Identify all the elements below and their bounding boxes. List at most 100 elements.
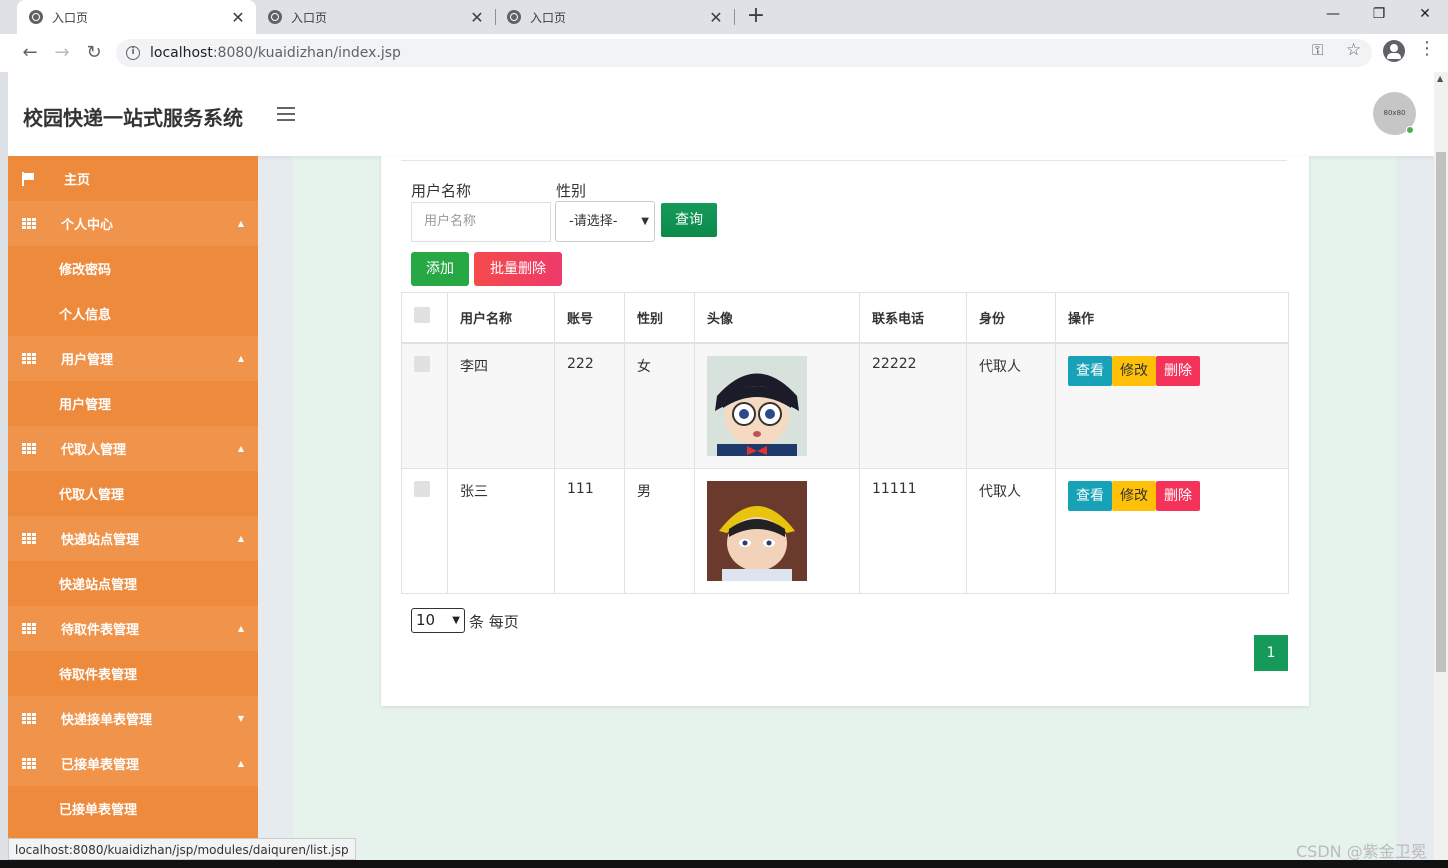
- list-card: 用户名称 性别 用户名称 -请选择- ▼ 查询 添加 批量删除 用户名称 账号 性…: [381, 156, 1309, 706]
- column-header: 头像: [694, 292, 860, 344]
- sidebar-item-label: 代取人管理: [59, 488, 125, 503]
- grid-icon: [22, 217, 36, 230]
- new-tab-icon[interactable]: +: [746, 3, 766, 28]
- column-header: 账号: [554, 292, 625, 344]
- tab-title: 入口页: [530, 10, 567, 25]
- user-table: 用户名称 账号 性别 头像 联系电话 身份 操作 李四 222 女 22222 …: [401, 292, 1289, 594]
- scrollbar-thumb[interactable]: [1436, 152, 1446, 672]
- address-bar: ← → ↻ i localhost:8080/kuaidizhan/index.…: [0, 34, 1448, 72]
- brand-title: 校园快递一站式服务系统: [23, 106, 243, 130]
- online-status-dot: [1406, 126, 1414, 134]
- watermark: CSDN @紫金卫冕: [1296, 842, 1427, 861]
- query-button[interactable]: 查询: [661, 203, 717, 237]
- sidebar-item-home[interactable]: 主页: [8, 156, 258, 201]
- page-size-select[interactable]: 10 ▼: [411, 608, 465, 633]
- sidebar-group[interactable]: 用户管理 ▲: [8, 336, 258, 381]
- browser-tab-2[interactable]: 入口页 ✕: [256, 0, 495, 34]
- sidebar-item-label: 修改密码: [59, 263, 112, 278]
- sidebar-subitem[interactable]: 快递站点管理: [8, 561, 258, 606]
- avatar-image: [707, 480, 807, 581]
- sidebar-item-label: 待取件表管理: [59, 668, 138, 683]
- sidebar-item-label: 已接单表管理: [59, 803, 138, 818]
- gender-select[interactable]: -请选择- ▼: [555, 201, 655, 242]
- close-icon[interactable]: ✕: [708, 8, 724, 27]
- close-icon[interactable]: ✕: [230, 8, 246, 27]
- sidebar-group[interactable]: 代取人管理 ▲: [8, 426, 258, 471]
- caret-up-icon: ▲: [237, 354, 244, 363]
- sidebar-subitem[interactable]: 用户管理: [8, 381, 258, 426]
- caret-up-icon: ▲: [237, 624, 244, 633]
- profile-icon[interactable]: [1383, 40, 1405, 62]
- forward-icon[interactable]: →: [50, 41, 74, 65]
- browser-tab-3[interactable]: 入口页 ✕: [495, 0, 734, 34]
- row-checkbox[interactable]: [414, 355, 430, 372]
- url-input[interactable]: i localhost:8080/kuaidizhan/index.jsp: [116, 39, 1372, 67]
- cell-phone: 22222: [859, 342, 967, 469]
- hamburger-menu-icon[interactable]: [277, 107, 295, 121]
- select-all-checkbox[interactable]: [414, 307, 430, 324]
- column-header: 身份: [966, 292, 1056, 344]
- sidebar-subitem[interactable]: 个人信息: [8, 291, 258, 336]
- sidebar-item-label: 主页: [64, 173, 91, 188]
- caret-up-icon: ▲: [237, 534, 244, 543]
- column-header: 操作: [1055, 292, 1289, 344]
- cell-role: 代取人: [966, 467, 1056, 594]
- chevron-down-icon: ▼: [452, 615, 460, 626]
- tab-divider: [734, 9, 735, 25]
- row-checkbox[interactable]: [414, 480, 430, 497]
- divider: [401, 160, 1287, 161]
- username-search-input[interactable]: 用户名称: [411, 202, 551, 242]
- delete-button[interactable]: 删除: [1156, 480, 1200, 511]
- per-page-label: 条 每页: [469, 613, 519, 631]
- info-icon[interactable]: i: [126, 46, 140, 60]
- sidebar-subitem[interactable]: 待取件表管理: [8, 651, 258, 696]
- cell-account: 222: [554, 342, 625, 469]
- cell-account: 111: [554, 467, 625, 594]
- key-icon[interactable]: ⚿: [1312, 41, 1323, 59]
- tab-title: 入口页: [291, 10, 328, 25]
- sidebar-item-label: 个人中心: [61, 218, 114, 233]
- url-path: :8080/kuaidizhan/index.jsp: [212, 45, 401, 61]
- globe-icon: [507, 10, 521, 24]
- browser-tab-1[interactable]: 入口页 ✕: [17, 0, 256, 34]
- sidebar-subitem[interactable]: 修改密码: [8, 246, 258, 291]
- restore-icon[interactable]: ❐: [1356, 0, 1402, 30]
- view-button[interactable]: 查看: [1068, 355, 1112, 386]
- cell-actions: 查看 修改 删除: [1055, 342, 1289, 469]
- sidebar-group[interactable]: 待取件表管理 ▲: [8, 606, 258, 651]
- sidebar-subitem[interactable]: 代取人管理: [8, 471, 258, 516]
- sidebar-group[interactable]: 个人中心 ▲: [8, 201, 258, 246]
- reload-icon[interactable]: ↻: [82, 41, 106, 65]
- table-row: 张三 111 男 11111 代取人 查看 修改 删除: [401, 467, 1289, 594]
- window-close-icon[interactable]: ✕: [1402, 0, 1448, 30]
- browser-menu-icon[interactable]: ⋮: [1418, 40, 1436, 58]
- close-icon[interactable]: ✕: [469, 8, 485, 27]
- sidebar-group[interactable]: 快递站点管理 ▲: [8, 516, 258, 561]
- taskbar: [0, 860, 1448, 868]
- edit-button[interactable]: 修改: [1112, 480, 1156, 511]
- edit-button[interactable]: 修改: [1112, 355, 1156, 386]
- avatar-image: [707, 355, 807, 456]
- delete-button[interactable]: 删除: [1156, 355, 1200, 386]
- sidebar-group[interactable]: 快递接单表管理 ▼: [8, 696, 258, 741]
- gender-filter-label: 性别: [556, 182, 587, 200]
- back-icon[interactable]: ←: [18, 41, 42, 65]
- sidebar-subitem[interactable]: 已接单表管理: [8, 786, 258, 831]
- batch-delete-button[interactable]: 批量删除: [474, 252, 562, 286]
- scroll-up-icon[interactable]: ▲: [1437, 74, 1443, 83]
- cell-gender: 男: [624, 467, 695, 594]
- sidebar-item-label: 快递站点管理: [61, 533, 140, 548]
- page-number-button[interactable]: 1: [1254, 635, 1288, 671]
- table-row: 李四 222 女 22222 代取人 查看 修改 删除: [401, 342, 1289, 469]
- cell-phone: 11111: [859, 467, 967, 594]
- sidebar-group[interactable]: 已接单表管理 ▲: [8, 741, 258, 786]
- grid-icon: [22, 442, 36, 455]
- tab-title: 入口页: [52, 10, 89, 25]
- view-button[interactable]: 查看: [1068, 480, 1112, 511]
- page-viewport: 校园快递一站式服务系统 80x80 主页 个人中心 ▲ 修改密码 个人信息 用户管理 ▲ 用户…: [8, 72, 1434, 860]
- sidebar-item-label: 用户管理: [59, 398, 112, 413]
- minimize-icon[interactable]: —: [1310, 0, 1356, 30]
- url-host: localhost: [150, 45, 213, 61]
- bookmark-star-icon[interactable]: ☆: [1346, 40, 1361, 60]
- add-button[interactable]: 添加: [411, 252, 469, 286]
